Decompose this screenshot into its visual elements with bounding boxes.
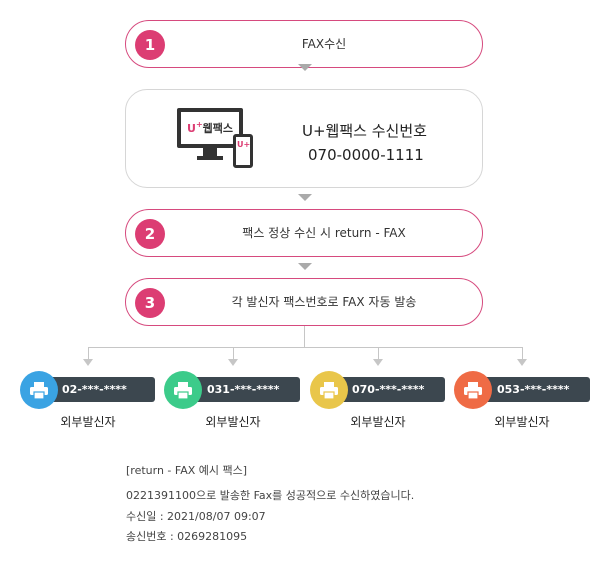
sender-4-printer-badge	[454, 371, 492, 409]
sender-3-printer-badge	[310, 371, 348, 409]
branch-arrow-3	[373, 359, 383, 366]
down-arrow-3	[298, 263, 312, 270]
printer-icon	[174, 382, 192, 400]
service-title: U+웹팩스 수신번호	[302, 122, 427, 140]
branch-arrow-2	[228, 359, 238, 366]
step-1-text: FAX수신	[301, 37, 347, 51]
brand-plus: +	[195, 120, 203, 129]
example-line-2: 수신일 : 2021/08/07 09:07	[126, 510, 266, 523]
step-3-number: 3	[135, 288, 165, 318]
step-2-box: 2 팩스 정상 수신 시 return - FAX	[125, 209, 483, 257]
branch-drop-3	[378, 347, 379, 359]
step-3-box: 3 각 발신자 팩스번호로 FAX 자동 발송	[125, 278, 483, 326]
printer-icon	[464, 382, 482, 400]
monitor-stand	[203, 148, 217, 156]
sender-4-label: 외부발신자	[494, 415, 550, 429]
printer-icon	[30, 382, 48, 400]
brand-name: 웹팩스	[202, 122, 234, 135]
sender-4-fax-bar: 053-***-****	[475, 377, 590, 402]
branch-drop-4	[522, 347, 523, 359]
service-number: 070-0000-1111	[308, 146, 424, 164]
brand-u: U	[187, 122, 196, 135]
phone-badge: U+	[237, 140, 251, 149]
webfax-logo: U+웹팩스	[187, 120, 233, 136]
step-3-text: 각 발신자 팩스번호로 FAX 자동 발송	[231, 295, 417, 309]
step-1-number: 1	[135, 30, 165, 60]
example-heading: [return - FAX 예시 팩스]	[126, 464, 248, 477]
step-2-text: 팩스 정상 수신 시 return - FAX	[242, 226, 406, 240]
sender-3-label: 외부발신자	[350, 415, 406, 429]
example-line-1: 0221391100으로 발송한 Fax를 성공적으로 수신하였습니다.	[126, 489, 415, 502]
branch-trunk	[304, 326, 305, 348]
branch-horizontal	[88, 347, 523, 348]
sender-2-label: 외부발신자	[205, 415, 261, 429]
example-line-3: 송신번호 : 0269281095	[126, 530, 248, 543]
step-2-number: 2	[135, 219, 165, 249]
down-arrow-1	[298, 64, 312, 71]
branch-arrow-1	[83, 359, 93, 366]
monitor-base	[197, 156, 223, 160]
branch-arrow-4	[517, 359, 527, 366]
step-1-box: 1 FAX수신	[125, 20, 483, 68]
sender-1-label: 외부발신자	[60, 415, 116, 429]
sender-2-fax-bar: 031-***-****	[185, 377, 300, 402]
sender-2-printer-badge	[164, 371, 202, 409]
printer-icon	[320, 382, 338, 400]
service-box: U+웹팩스 U+ U+웹팩스 수신번호 070-0000-1111	[125, 89, 483, 188]
down-arrow-2	[298, 194, 312, 201]
phone-icon: U+	[233, 134, 253, 168]
branch-drop-1	[88, 347, 89, 359]
webfax-illustration: U+웹팩스 U+	[177, 108, 257, 170]
branch-drop-2	[233, 347, 234, 359]
sender-1-printer-badge	[20, 371, 58, 409]
